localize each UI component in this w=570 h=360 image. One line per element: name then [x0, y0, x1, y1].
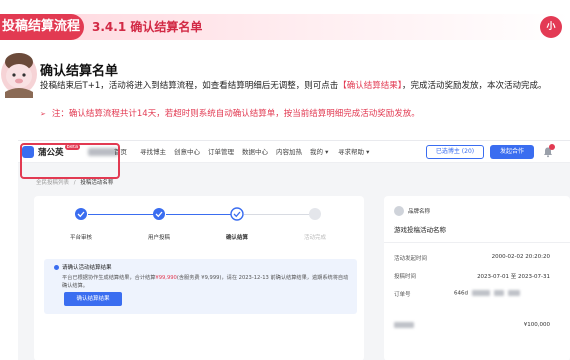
blurred-value — [494, 290, 504, 296]
nav-content-boost[interactable]: 内容加热 — [276, 141, 302, 163]
notice-title-text: 请确认活动结算结果 — [62, 265, 112, 271]
note-text: 注：确认结算流程共计14天，若超时则系统自动确认结算单，按当前结算明细完成活动奖… — [51, 109, 420, 119]
info-value: 2023-07-01 至 2023-07-31 — [477, 274, 550, 280]
info-icon — [54, 265, 59, 270]
info-value: 2000-02-02 20:20:20 — [491, 254, 550, 260]
step-label: 用户投稿 — [147, 235, 171, 241]
step-label: 平台审核 — [69, 235, 93, 241]
step-connector — [244, 214, 310, 215]
blurred-value — [508, 290, 520, 296]
brand-row: 品牌名称 — [394, 206, 430, 216]
brand-label: 品牌名称 — [408, 209, 431, 215]
section-banner: 投稿结算流程 3.4.1 确认结算名单 小 — [0, 14, 570, 40]
notification-dot — [549, 144, 555, 150]
order-number-prefix: 646d — [454, 290, 468, 297]
brand-avatar — [394, 206, 404, 216]
step-connector — [88, 214, 154, 215]
start-collab-button[interactable]: 发起合作 — [490, 145, 534, 159]
intro-title: 确认结算名单 — [40, 64, 119, 79]
divider — [384, 242, 570, 243]
nav-orders[interactable]: 订单管理 — [208, 141, 234, 163]
highlight-box — [20, 143, 120, 179]
breadcrumb: 全民投稿列表 / 投稿活动名称 — [36, 178, 113, 186]
info-row: 活动发起时间 2000-02-02 20:20:20 — [394, 254, 560, 264]
info-key: 投稿时间 — [394, 274, 417, 280]
step-label: 活动完成 — [303, 235, 327, 241]
order-number: 646d — [454, 290, 520, 297]
intro-text-before: 投稿结束后T+1，活动将进入到结算流程，如查看结算明细后无调整，则可点击 — [40, 81, 339, 91]
nav-find-bloggers[interactable]: 寻找博主 — [140, 141, 166, 163]
brand-logo-icon: 小 — [540, 16, 562, 38]
notice-text: 平台已根据协作生成结算结果，合计结算¥99,990(含服务费 ¥9,999)，请… — [62, 274, 352, 290]
intro-text-after: ，完成活动奖励发放，本次活动完成。 — [402, 81, 547, 91]
breadcrumb-sep: / — [73, 180, 76, 186]
notice-text-before: 平台已根据协作生成结算结果，合计结算 — [62, 275, 156, 281]
blurred-value — [394, 322, 414, 328]
step-audit-icon — [75, 208, 87, 220]
step-submit-icon — [153, 208, 165, 220]
info-value: ¥100,000 — [523, 322, 550, 328]
intro-highlight: 【确认结算结果】 — [338, 81, 402, 91]
info-key: 活动发起时间 — [394, 256, 428, 262]
info-key: 订单号 — [394, 292, 411, 298]
intro-paragraph: 投稿结束后T+1，活动将进入到结算流程，如查看结算明细后无调整，则可点击【确认结… — [40, 80, 570, 92]
info-row: 投稿时间 2023-07-01 至 2023-07-31 — [394, 272, 560, 282]
step-settle-icon — [230, 207, 244, 221]
info-row: ¥100,000 — [394, 322, 560, 332]
note-arrow-icon: ➢ — [40, 110, 46, 118]
intro-note: ➢ 注：确认结算流程共计14天，若超时则系统自动确认结算单，按当前结算明细完成活动… — [40, 107, 420, 119]
step-label: 确认结算 — [225, 235, 249, 241]
settlement-card: 平台审核 用户投稿 确认结算 活动完成 请确认活动结算结果 平台已根据协作生成结… — [34, 196, 364, 360]
slide: 投稿结算流程 3.4.1 确认结算名单 小 确认结算名单 投稿结束后T+1，活动… — [0, 0, 570, 360]
nav-help[interactable]: 寻求帮助 ▾ — [338, 141, 369, 163]
breadcrumb-current: 投稿活动名称 — [80, 180, 114, 186]
info-row: 订单号 646d — [394, 290, 560, 300]
breadcrumb-parent[interactable]: 全民投稿列表 — [36, 180, 69, 186]
activity-info-panel: 品牌名称 游戏投稿活动名称 活动发起时间 2000-02-02 20:20:20… — [384, 196, 570, 360]
activity-name: 游戏投稿活动名称 — [394, 226, 446, 234]
settlement-amount: ¥99,990 — [155, 275, 177, 281]
nav-creative-center[interactable]: 创意中心 — [174, 141, 200, 163]
step-connector — [166, 214, 232, 215]
subsection-title: 3.4.1 确认结算名单 — [92, 20, 203, 34]
selected-bloggers-button[interactable]: 已选博主 (20) — [426, 145, 484, 159]
info-key-blurred — [394, 322, 414, 329]
nav-mine[interactable]: 我的 ▾ — [310, 141, 328, 163]
notice-title: 请确认活动结算结果 — [54, 263, 112, 271]
confirm-settlement-button[interactable]: 确认结算结果 — [64, 292, 122, 306]
section-title: 投稿结算流程 — [0, 14, 84, 40]
mascot-icon — [1, 53, 37, 98]
step-complete-icon — [309, 208, 321, 220]
banner-bar — [0, 14, 570, 40]
nav-data-center[interactable]: 数据中心 — [242, 141, 268, 163]
blurred-value — [472, 290, 490, 296]
